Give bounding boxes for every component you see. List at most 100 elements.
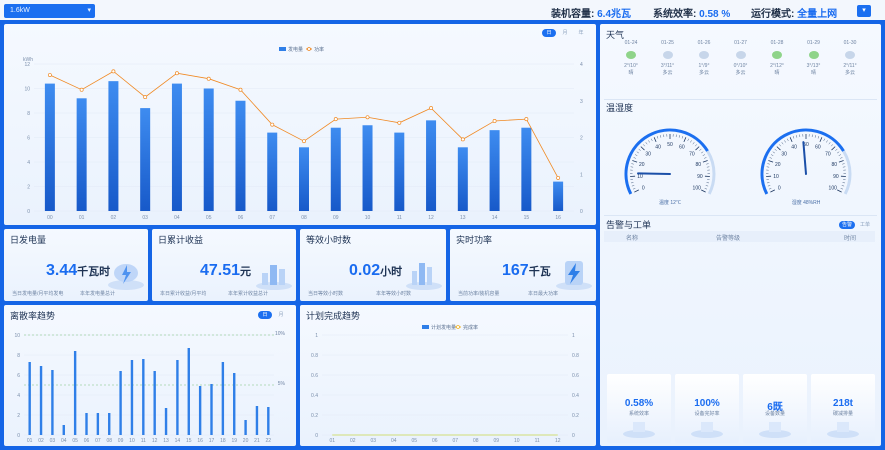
power-point [174, 71, 179, 76]
gauge-tick [631, 185, 635, 187]
bar [119, 371, 122, 435]
y2-tick-label: 0.4 [572, 393, 579, 399]
weather-desc: 多云 [662, 70, 673, 76]
gauge-tick-label: 30 [781, 151, 787, 157]
gauge-tick [634, 189, 639, 193]
weather-desc: 晴 [810, 70, 816, 76]
stat-unit: 元 [240, 266, 252, 278]
divider [604, 99, 877, 100]
gauge-tick [656, 136, 659, 139]
cloud-icon [662, 51, 673, 59]
x-tick-label: 02 [350, 438, 356, 444]
mode-label: 运行模式: [751, 9, 795, 20]
stat-foot-left: 当日等效小时数 [308, 291, 344, 297]
gauge-tick [835, 148, 838, 151]
x-tick-label: 03 [370, 438, 376, 444]
summary-card-efficiency: 0.58% 系统效率 [607, 374, 671, 443]
gauge-tick [814, 135, 816, 138]
gauge-tick [768, 160, 774, 163]
summary-label: 设备数量 [764, 411, 785, 417]
y-tick-label: 4 [17, 393, 20, 399]
bar [553, 181, 564, 211]
gauge-tick-label: 40 [791, 144, 797, 150]
gauge-tick [842, 182, 846, 184]
gauge-tick [838, 154, 842, 156]
alarm-table-header: 名称 告警等级 时间 [604, 231, 875, 242]
gauge-tick [837, 151, 840, 154]
menu-button[interactable]: ▾ [857, 5, 871, 17]
power-point [460, 137, 465, 142]
x-tick-label: 01 [329, 438, 335, 444]
range-tabs: 日 月 年 [542, 29, 588, 37]
x-tick-label: 08 [473, 438, 479, 444]
y-tick-label: 6 [17, 373, 20, 379]
weather-temp: 2°/11° [843, 63, 857, 69]
x-tick-label: 21 [254, 438, 260, 444]
power-point [524, 117, 529, 122]
lightning-bolt-icon [556, 261, 592, 290]
gauge-tick [842, 163, 845, 165]
gauge-tick [681, 136, 684, 139]
gauge-tick [769, 157, 772, 159]
station-select[interactable]: 1.6kW ▾ [4, 4, 95, 18]
gauge-tick [660, 135, 662, 138]
y2-tick-label: 4 [580, 62, 583, 68]
bar [299, 147, 309, 211]
gauge-tick [653, 137, 657, 143]
y2-tick-label: 1 [572, 333, 575, 339]
stat-number: 3.44 [46, 262, 78, 279]
legend-swatch-plan [422, 325, 429, 329]
gauges: 010203040 50 60708090100温度 12℃010203040 50 6… [624, 128, 852, 206]
stat-card-daily-generation: 日发电量 3.44千瓦时 当日发电量/月平均发电 本年发电量总计 [4, 229, 148, 301]
summary-label: 设备完好率 [694, 411, 720, 417]
bar [130, 360, 134, 435]
stat-card-daily-income: 日累计收益 47.51元 本日累计收益/月平均 本年累计收益总计 [152, 229, 296, 301]
bar [244, 420, 247, 435]
tab-month[interactable]: 月 [274, 311, 288, 319]
bar [330, 127, 341, 211]
bar [76, 98, 87, 211]
gauge-tick [792, 136, 795, 139]
tab-day[interactable]: 日 [258, 311, 272, 319]
bar [142, 359, 145, 435]
y-tick-label: 8 [27, 111, 30, 117]
tab-workorder[interactable]: 工单 [857, 221, 873, 229]
bar [44, 83, 55, 211]
weather-temp: 1°/9° [698, 63, 710, 69]
gauge-tick [784, 140, 786, 143]
x-tick-label: 18 [220, 438, 226, 444]
gauge-tick [767, 185, 771, 187]
platform-icon [691, 422, 723, 438]
weather-date: 01-29 [807, 40, 820, 46]
threshold-label-low: 5% [278, 381, 286, 387]
weather-temp: 2°/12° [770, 63, 784, 69]
gauge-tick [828, 142, 831, 145]
col-name: 名称 [626, 236, 639, 242]
weather-temp: 3°/13° [806, 63, 821, 69]
weather-desc: 多云 [698, 70, 709, 76]
summary-label: 系统效率 [628, 411, 649, 417]
x-tick-label: 10 [514, 438, 520, 444]
tab-month[interactable]: 月 [558, 29, 572, 37]
y-tick-label: 8 [17, 353, 20, 359]
tab-alarm[interactable]: 告警 [838, 221, 855, 229]
x-tick-label: 10 [129, 438, 135, 444]
lightning-cloud-icon [108, 264, 144, 290]
panel-title: 计划完成趋势 [306, 311, 361, 321]
gauge-tick [692, 142, 695, 145]
x-tick-label: 07 [269, 215, 275, 221]
gauge-label: 温度 12℃ [659, 199, 681, 206]
gauge-tick-label: 80 [695, 162, 701, 168]
y2-tick-label: 0.2 [572, 413, 579, 419]
power-point [238, 87, 243, 92]
tab-day[interactable]: 日 [542, 29, 556, 37]
x-tick-label: 15 [186, 438, 192, 444]
tab-year[interactable]: 年 [574, 29, 588, 37]
gauge-tick [826, 140, 828, 143]
x-tick-label: 07 [95, 438, 101, 444]
x-tick-label: 08 [106, 438, 112, 444]
dispersion-chart: 024681001 02 03 04 05 06 07 08 09 10 11 12 13 14 15 16 1… [14, 331, 286, 444]
bar [28, 362, 31, 435]
sun-icon [772, 51, 782, 59]
gauge-tick [776, 146, 781, 151]
